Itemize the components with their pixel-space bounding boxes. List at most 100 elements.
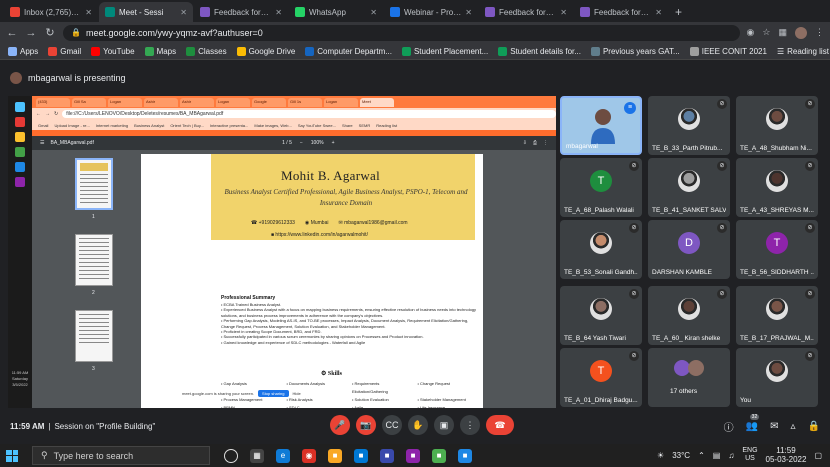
browser-tab[interactable]: Meet - Sessi ✕ <box>99 2 193 22</box>
captions-button[interactable]: CC <box>382 415 402 435</box>
app-icon <box>15 117 25 127</box>
reload-icon[interactable]: ↻ <box>44 26 56 39</box>
camera-icon[interactable]: ◉ <box>747 27 755 38</box>
address-bar[interactable]: 🔒 meet.google.com/ywy-yqmz-avf?authuser=… <box>63 24 740 41</box>
camera-off-button[interactable]: 📷 <box>356 415 376 435</box>
info-icon[interactable]: ⓘ <box>724 419 734 434</box>
file-explorer-icon[interactable]: ■ <box>328 448 342 463</box>
browser-tab[interactable]: Feedback form fo ✕ <box>479 2 573 22</box>
tab-title: Feedback form fo <box>214 7 272 17</box>
download-icon: ⇩ <box>522 140 527 146</box>
participant-tile[interactable]: D ⊘ DARSHAN KAMBLE <box>648 220 730 279</box>
windows-start-icon[interactable] <box>6 449 18 462</box>
weather-icon[interactable]: ☀ <box>657 451 664 460</box>
weather-temp[interactable]: 33°C <box>672 451 690 460</box>
chat-icon[interactable]: ✉ <box>770 421 778 432</box>
participant-tile[interactable]: ⊘ TE_B_17_PRAJWAL_M... <box>736 286 818 345</box>
profile-avatar[interactable] <box>795 26 807 39</box>
tab-favicon-icon <box>10 7 20 17</box>
activities-icon[interactable]: ▵ <box>791 421 796 432</box>
participant-tile[interactable]: ⊘ TE_B_33_Parth Pitrub... <box>648 96 730 155</box>
bookmark-item[interactable]: IEEE CONIT 2021 <box>689 46 767 56</box>
bookmark-item[interactable]: YouTube <box>91 46 135 56</box>
close-icon[interactable]: ✕ <box>180 8 187 17</box>
participant-tile[interactable]: ⊘ You <box>736 348 818 407</box>
menu-icon[interactable]: ⋮ <box>815 27 824 38</box>
close-icon[interactable]: ✕ <box>85 8 92 17</box>
cortana-icon[interactable] <box>224 448 238 463</box>
leave-call-button[interactable]: ☎ <box>486 415 514 435</box>
participant-tile[interactable]: ⊘ TE_B_53_Sonali Gandh... <box>560 220 642 279</box>
skills-title-text: Skills <box>327 371 342 377</box>
present-button[interactable]: ▣ <box>434 415 454 435</box>
host-controls-icon[interactable]: 🔒 <box>808 421 820 432</box>
bookmark-item[interactable]: Classes <box>186 46 227 56</box>
phone-icon: ☎ <box>251 220 258 226</box>
chrome-icon[interactable]: ◉ <box>302 448 316 463</box>
people-button[interactable]: 👥 32 <box>746 414 760 432</box>
back-icon[interactable]: ← <box>6 27 18 39</box>
browser-tab-strip: Inbox (2,765) - shi✕Meet - Sessi✕Feedbac… <box>0 0 830 22</box>
participant-tile[interactable]: ⊘ TE_A_43_SHREYAS M... <box>736 158 818 217</box>
close-icon[interactable]: ✕ <box>275 8 282 17</box>
close-icon[interactable]: ✕ <box>655 8 662 17</box>
participant-tile[interactable]: T ⊘ TE_B_56_SIDDHARTH ... <box>736 220 818 279</box>
bookmark-item[interactable]: Google Drive <box>236 46 295 56</box>
network-icon[interactable]: ▤ <box>713 451 721 460</box>
browser-tab[interactable]: Feedback form fo ✕ <box>574 2 668 22</box>
skills-icon: ⚙ <box>321 371 327 377</box>
bookmark-item[interactable]: Apps <box>8 46 38 56</box>
participant-tile[interactable]: T ⊘ TE_A_68_Palash Walali <box>560 158 642 217</box>
forward-icon[interactable]: → <box>25 27 37 39</box>
close-icon[interactable]: ✕ <box>560 8 567 17</box>
participant-tile[interactable]: ⊘ TE_A_48_Shubham Ni... <box>736 96 818 155</box>
app-icon[interactable]: ■ <box>458 448 472 463</box>
star-icon[interactable]: ☆ <box>762 27 770 38</box>
browser-tab[interactable]: Webinar - Profile ✕ <box>384 2 478 22</box>
bookmark-item[interactable]: Student Placement... <box>401 46 488 56</box>
task-view-icon[interactable]: ▦ <box>250 448 264 463</box>
zoom-out-icon: − <box>299 140 303 146</box>
browser-tab[interactable]: WhatsApp ✕ <box>289 2 383 22</box>
close-icon[interactable]: ✕ <box>370 8 377 17</box>
mic-off-icon: ⊘ <box>805 99 815 109</box>
app-icon[interactable]: ■ <box>432 448 446 463</box>
app-icon[interactable]: ■ <box>406 448 420 463</box>
participant-tile[interactable]: ⊘ TE_B_41_SANKET SALVI <box>648 158 730 217</box>
raise-hand-button[interactable]: ✋ <box>408 415 428 435</box>
taskbar-clock[interactable]: 11:59 05-03-2022 <box>766 446 807 464</box>
extensions-icon[interactable]: ▦ <box>778 27 787 38</box>
taskbar-search[interactable]: ⚲ Type here to search <box>32 446 210 465</box>
participant-tile[interactable]: 17 others <box>648 348 730 407</box>
bookmark-item[interactable]: Student details for... <box>498 46 581 56</box>
browser-tab[interactable]: Inbox (2,765) - shi ✕ <box>4 2 98 22</box>
close-icon[interactable]: ✕ <box>465 8 472 17</box>
bookmark-item[interactable]: Gmail <box>48 46 81 56</box>
bookmark-item[interactable]: Previous years GAT... <box>590 46 680 56</box>
notifications-icon[interactable]: ▢ <box>814 451 822 460</box>
resume-page: Mohit B. Agarwal Business Analyst Certif… <box>141 154 483 408</box>
presenter-tab: Logan <box>108 97 142 107</box>
participant-tile[interactable]: ⊘ TE_B_64 Yash Tiwari <box>560 286 642 345</box>
language-indicator[interactable]: ENG US <box>742 447 757 463</box>
participant-tile[interactable]: T ⊘ TE_A_01_Dhiraj Badgu... <box>560 348 642 407</box>
tray-up-icon[interactable]: ⌃ <box>698 451 705 460</box>
reading-list-button[interactable]: ☰ Reading list <box>777 47 829 56</box>
new-tab-button[interactable]: + <box>669 5 688 22</box>
browser-tab[interactable]: Feedback form fo ✕ <box>194 2 288 22</box>
store-icon[interactable]: ■ <box>354 448 368 463</box>
tab-favicon-icon <box>200 7 210 17</box>
volume-icon[interactable]: ♫ <box>728 451 734 460</box>
presenter-tab: Gill Sa <box>72 97 106 107</box>
participant-tile[interactable]: ⊘ TE_A_60_ Kiran shelke <box>648 286 730 345</box>
participant-tile[interactable]: ≡ mbagarwal <box>560 96 642 155</box>
mic-off-button[interactable]: 🎤 <box>330 415 350 435</box>
linkedin-icon: ■ <box>271 232 275 238</box>
mic-off-icon: ⊘ <box>805 289 815 299</box>
tab-favicon-icon <box>390 7 400 17</box>
bookmark-item[interactable]: Maps <box>144 46 176 56</box>
edge-icon[interactable]: e <box>276 448 290 463</box>
more-options-button[interactable]: ⋮ <box>460 415 480 435</box>
app-icon[interactable]: ■ <box>380 448 394 463</box>
bookmark-item[interactable]: Computer Departm... <box>305 46 392 56</box>
